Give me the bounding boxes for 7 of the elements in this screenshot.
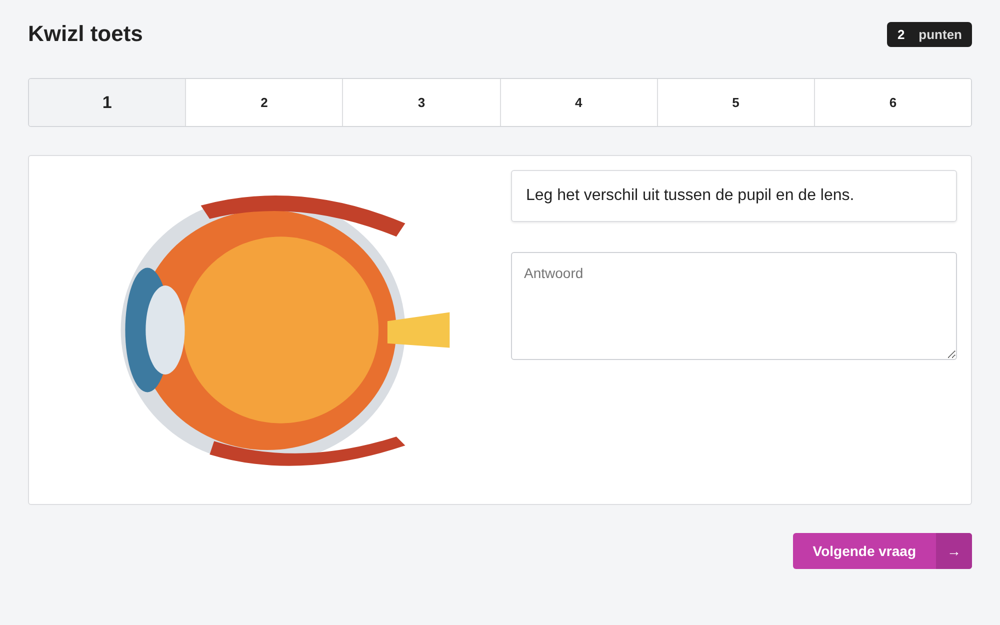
step-tab[interactable]: 1 [29, 79, 186, 126]
score-badge: 2 punten [887, 22, 972, 46]
question-text: Leg het verschil uit tussen de pupil en de lens. [511, 170, 957, 222]
next-question-button[interactable]: Volgende vraag → [792, 533, 972, 569]
step-tab[interactable]: 6 [814, 79, 971, 126]
quiz-title: Kwizl toets [28, 21, 143, 47]
answer-field[interactable]: Antwoord [511, 252, 957, 360]
